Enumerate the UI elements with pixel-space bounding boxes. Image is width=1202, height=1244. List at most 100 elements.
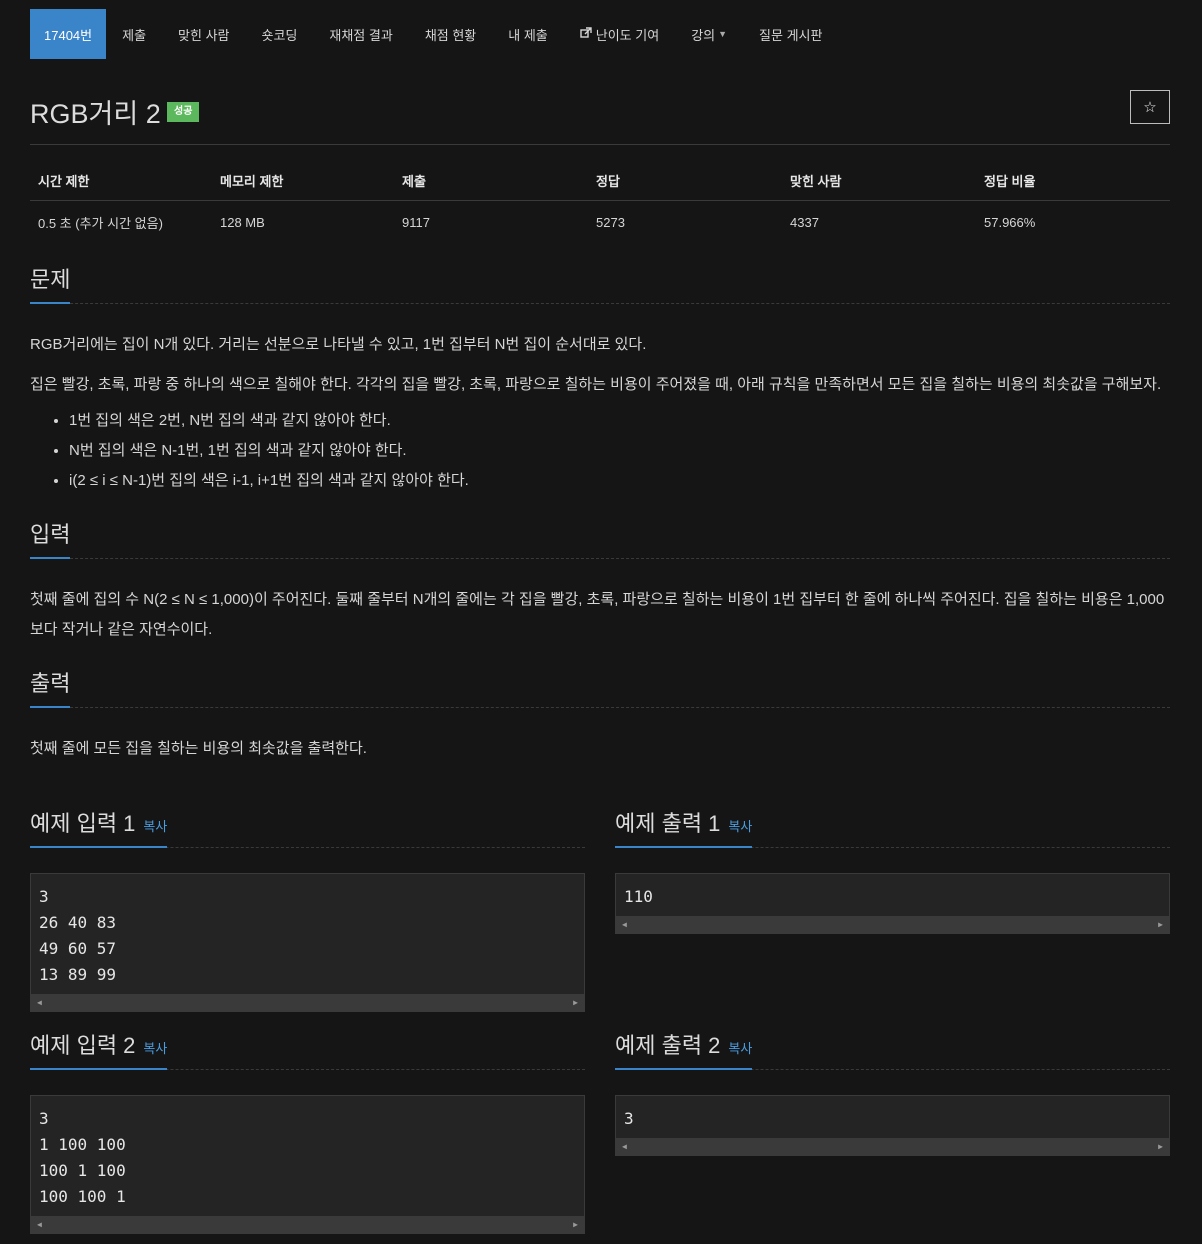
table-header: 제출 xyxy=(394,170,588,201)
sample-output-2-header: 예제 출력 2 복사 xyxy=(615,1021,1170,1070)
sample-input-1: 예제 입력 1 복사 3 26 40 83 49 60 57 13 89 99 … xyxy=(30,799,585,1012)
table-header: 맞힌 사람 xyxy=(782,170,976,201)
code-line: 3 xyxy=(39,1109,49,1128)
list-item: 1번 집의 색은 2번, N번 집의 색과 같지 않아야 한다. xyxy=(69,406,1170,436)
sample-input-2-header: 예제 입력 2 복사 xyxy=(30,1021,585,1070)
paragraph: 첫째 줄에 집의 수 N(2 ≤ N ≤ 1,000)이 주어진다. 둘째 줄부… xyxy=(30,591,1165,638)
sample-title: 예제 입력 1 복사 xyxy=(30,806,168,848)
title-row: RGB거리 2 성공 ☆ xyxy=(30,59,1170,145)
nav-tab-short-coding[interactable]: 숏코딩 xyxy=(246,9,314,59)
input-section-header: 입력 xyxy=(30,510,1170,559)
code-line: 110 xyxy=(624,887,653,906)
nav-tab-submit[interactable]: 제출 xyxy=(106,9,162,59)
horizontal-scrollbar[interactable]: ◀ ▶ xyxy=(616,1138,1169,1155)
horizontal-scrollbar[interactable]: ◀ ▶ xyxy=(616,916,1169,933)
nav-label: 제출 xyxy=(122,27,147,43)
scroll-left-icon[interactable]: ◀ xyxy=(622,1142,627,1151)
nav-label: 17404번 xyxy=(44,27,93,43)
sample-output-2: 예제 출력 2 복사 3 ◀ ▶ xyxy=(615,1021,1170,1156)
code-line: 26 40 83 xyxy=(39,913,117,932)
rule-list: 1번 집의 색은 2번, N번 집의 색과 같지 않아야 한다. N번 집의 색… xyxy=(69,406,1170,496)
scroll-right-icon[interactable]: ▶ xyxy=(1158,920,1163,929)
scroll-right-icon[interactable]: ▶ xyxy=(1158,1142,1163,1151)
problem-section-header: 문제 xyxy=(30,255,1170,304)
caret-down-icon: ▼ xyxy=(718,29,728,39)
paragraph: 첫째 줄에 모든 집을 칠하는 비용의 최솟값을 출력한다. xyxy=(30,740,367,757)
sample-input-1-header: 예제 입력 1 복사 xyxy=(30,799,585,848)
table-cell: 57.966% xyxy=(984,214,1036,230)
sample-input-2-box: 3 1 100 100 100 1 100 100 100 1 ◀ ▶ xyxy=(30,1095,585,1234)
table-cell: 9117 xyxy=(402,214,430,230)
scroll-right-icon[interactable]: ▶ xyxy=(573,1220,578,1229)
nav-tab-my-submissions[interactable]: 내 제출 xyxy=(492,9,564,59)
nav-label: 숏코딩 xyxy=(261,27,298,43)
nav-tab-solvers[interactable]: 맞힌 사람 xyxy=(162,9,245,59)
code-line: 100 1 100 xyxy=(39,1161,126,1180)
copy-button[interactable]: 복사 xyxy=(728,816,752,835)
status-badge: 성공 xyxy=(167,102,200,122)
star-icon: ☆ xyxy=(1143,99,1157,116)
scroll-left-icon[interactable]: ◀ xyxy=(622,920,627,929)
nav-label: 채점 현황 xyxy=(424,27,477,43)
sample-output-1: 예제 출력 1 복사 110 ◀ ▶ xyxy=(615,799,1170,934)
code-line: 100 100 1 xyxy=(39,1187,126,1206)
sample-title-text: 예제 입력 1 xyxy=(30,811,136,836)
paragraph: 집은 빨강, 초록, 파랑 중 하나의 색으로 칠해야 한다. 각각의 집을 빨… xyxy=(30,376,1162,393)
table-header: 메모리 제한 xyxy=(212,170,394,201)
nav-label: 내 제출 xyxy=(508,27,548,43)
sample-title-text: 예제 입력 2 xyxy=(30,1033,136,1058)
page-container: 17404번 제출 맞힌 사람 숏코딩 재채점 결과 채점 현황 내 제출 난이… xyxy=(30,0,1170,774)
table-header: 정답 xyxy=(588,170,782,201)
nav-tab-difficulty[interactable]: 난이도 기여 xyxy=(564,9,675,59)
section-title: 문제 xyxy=(30,262,71,304)
horizontal-scrollbar[interactable]: ◀ ▶ xyxy=(31,994,584,1011)
output-description: 첫째 줄에 모든 집을 칠하는 비용의 최솟값을 출력한다. xyxy=(30,734,1170,764)
nav-tab-qna[interactable]: 질문 게시판 xyxy=(743,9,838,59)
scroll-right-icon[interactable]: ▶ xyxy=(573,998,578,1007)
sample-title-text: 예제 출력 2 xyxy=(615,1033,721,1058)
paragraph: RGB거리에는 집이 N개 있다. 거리는 선분으로 나타낼 수 있고, 1번 … xyxy=(30,336,647,353)
external-link-icon xyxy=(580,26,592,42)
code-line: 3 xyxy=(624,1109,634,1128)
copy-button[interactable]: 복사 xyxy=(728,1038,752,1057)
list-item: N번 집의 색은 N-1번, 1번 집의 색과 같지 않아야 한다. xyxy=(69,436,1170,466)
nav-tab-lectures[interactable]: 강의 ▼ xyxy=(675,9,743,59)
table-cell: 128 MB xyxy=(220,214,265,230)
sample-title: 예제 입력 2 복사 xyxy=(30,1028,168,1070)
section-title: 출력 xyxy=(30,666,71,708)
nav-tab-problem[interactable]: 17404번 xyxy=(30,9,107,59)
scroll-left-icon[interactable]: ◀ xyxy=(37,1220,42,1229)
favorite-button[interactable]: ☆ xyxy=(1130,90,1170,124)
nav-label: 강의 xyxy=(691,27,716,43)
problem-info-table: 시간 제한 메모리 제한 제출 정답 맞힌 사람 정답 비율 0.5 초 (추가… xyxy=(30,170,1170,234)
sample-input-2: 예제 입력 2 복사 3 1 100 100 100 1 100 100 100… xyxy=(30,1021,585,1234)
code-line: 3 xyxy=(39,887,49,906)
nav-tab-rejudge[interactable]: 재채점 결과 xyxy=(313,9,408,59)
table-cell: 4337 xyxy=(790,214,819,230)
horizontal-scrollbar[interactable]: ◀ ▶ xyxy=(31,1216,584,1233)
code-line: 49 60 57 xyxy=(39,939,117,958)
code-line: 13 89 99 xyxy=(39,965,117,984)
nav-label: 재채점 결과 xyxy=(329,27,393,43)
code-line: 1 100 100 xyxy=(39,1135,126,1154)
scroll-left-icon[interactable]: ◀ xyxy=(37,998,42,1007)
list-item: i(2 ≤ i ≤ N-1)번 집의 색은 i-1, i+1번 집의 색과 같지… xyxy=(69,466,1170,496)
sample-title: 예제 출력 2 복사 xyxy=(615,1028,753,1070)
output-section-header: 출력 xyxy=(30,659,1170,708)
table-header: 정답 비율 xyxy=(976,170,1170,201)
table-cell: 0.5 초 (추가 시간 없음) xyxy=(38,215,163,231)
table-row: 0.5 초 (추가 시간 없음) 128 MB 9117 5273 4337 5… xyxy=(30,200,1170,234)
nav-label: 맞힌 사람 xyxy=(178,27,230,43)
sample-title: 예제 출력 1 복사 xyxy=(615,806,753,848)
sample-output-1-box: 110 ◀ ▶ xyxy=(615,873,1170,934)
nav-tab-status[interactable]: 채점 현황 xyxy=(409,9,492,59)
table-header: 시간 제한 xyxy=(30,170,212,201)
copy-button[interactable]: 복사 xyxy=(143,1038,167,1057)
table-cell: 5273 xyxy=(596,214,625,230)
input-description: 첫째 줄에 집의 수 N(2 ≤ N ≤ 1,000)이 주어진다. 둘째 줄부… xyxy=(30,585,1170,645)
sample-output-2-box: 3 ◀ ▶ xyxy=(615,1095,1170,1156)
sample-input-1-box: 3 26 40 83 49 60 57 13 89 99 ◀ ▶ xyxy=(30,873,585,1012)
page-title: RGB거리 2 xyxy=(30,99,161,129)
problem-nav: 17404번 제출 맞힌 사람 숏코딩 재채점 결과 채점 현황 내 제출 난이… xyxy=(30,9,1170,59)
copy-button[interactable]: 복사 xyxy=(143,816,167,835)
